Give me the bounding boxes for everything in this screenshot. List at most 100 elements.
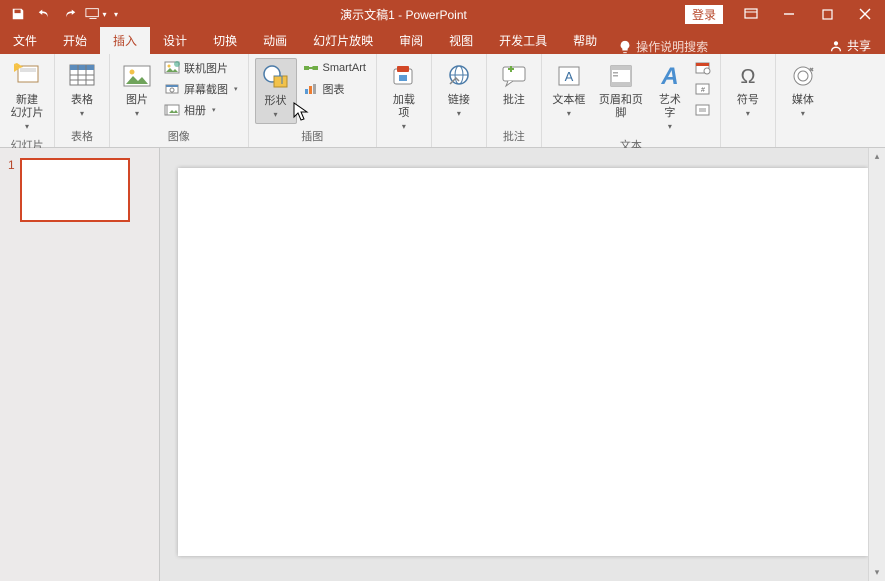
screenshot-button[interactable]: 屏幕截图 ▾ — [160, 79, 242, 99]
vertical-scrollbar[interactable]: ▴ ▾ — [868, 148, 885, 581]
addins-icon — [388, 60, 420, 92]
symbol-icon: Ω — [732, 60, 764, 92]
link-label: 链接 — [448, 94, 470, 107]
group-text: A 文本框▾ 页眉和页脚 A 艺术字▾ — [542, 54, 721, 147]
tab-design[interactable]: 设计 — [150, 27, 200, 54]
wordart-button[interactable]: A 艺术字▾ — [652, 58, 688, 135]
textbox-icon: A — [553, 60, 585, 92]
pictures-button[interactable]: 图片▾ — [116, 58, 158, 122]
ribbon-display-options-button[interactable] — [733, 0, 769, 28]
group-tables: 表格▾ 表格 — [55, 54, 110, 147]
tab-slideshow[interactable]: 幻灯片放映 — [300, 27, 386, 54]
header-footer-button[interactable]: 页眉和页脚 — [592, 58, 650, 122]
online-pictures-button[interactable]: 联机图片 — [160, 58, 242, 78]
shapes-button[interactable]: 形状▾ — [255, 58, 297, 124]
pictures-icon — [121, 60, 153, 92]
wordart-icon: A — [654, 60, 686, 92]
header-footer-label: 页眉和页脚 — [594, 94, 648, 120]
chart-icon — [303, 81, 319, 97]
svg-text:Ω: Ω — [740, 66, 755, 88]
screenshot-icon — [164, 81, 180, 97]
slide-number-label: 1 — [8, 158, 20, 222]
minimize-button[interactable] — [771, 0, 807, 28]
new-slide-label: 新建 幻灯片 — [11, 94, 44, 120]
textbox-button[interactable]: A 文本框▾ — [548, 58, 590, 122]
tab-insert[interactable]: 插入 — [100, 27, 150, 54]
chart-label: 图表 — [323, 81, 345, 97]
new-slide-button[interactable]: 新建 幻灯片▾ — [6, 58, 48, 135]
symbol-button[interactable]: Ω 符号▾ — [727, 58, 769, 122]
maximize-button[interactable] — [809, 0, 845, 28]
tab-view[interactable]: 视图 — [436, 27, 486, 54]
table-button[interactable]: 表格▾ — [61, 58, 103, 122]
tab-help[interactable]: 帮助 — [560, 27, 610, 54]
link-button[interactable]: 链接▾ — [438, 58, 480, 122]
svg-text:A: A — [565, 69, 574, 84]
pictures-label: 图片 — [126, 94, 148, 107]
screenshot-label: 屏幕截图 — [184, 81, 228, 97]
group-symbols: Ω 符号▾ — [721, 54, 776, 147]
symbol-label: 符号 — [737, 94, 759, 107]
group-images: 图片▾ 联机图片 屏幕截图 ▾ 相册 ▾ 图像 — [110, 54, 249, 147]
group-tables-label: 表格 — [61, 126, 103, 147]
redo-button[interactable] — [58, 2, 82, 26]
group-comments-label: 批注 — [493, 126, 535, 147]
scroll-up-arrow[interactable]: ▴ — [869, 148, 885, 165]
ribbon: 新建 幻灯片▾ 幻灯片 表格▾ 表格 图片▾ — [0, 54, 885, 148]
share-icon — [829, 39, 843, 53]
login-button[interactable]: 登录 — [685, 5, 723, 24]
tell-me-input[interactable] — [636, 40, 726, 54]
tab-animations[interactable]: 动画 — [250, 27, 300, 54]
comment-label: 批注 — [503, 94, 525, 107]
tab-transitions[interactable]: 切换 — [200, 27, 250, 54]
addins-label: 加载 项 — [393, 94, 415, 120]
object-icon — [695, 103, 711, 117]
save-button[interactable] — [6, 2, 30, 26]
date-time-button[interactable] — [692, 58, 714, 78]
quick-access-toolbar: ▾ ▾ — [0, 2, 122, 26]
slide-canvas-area[interactable]: ▴ ▾ — [160, 148, 885, 581]
tab-file[interactable]: 文件 — [0, 27, 50, 54]
header-footer-icon — [605, 60, 637, 92]
tab-developer[interactable]: 开发工具 — [486, 27, 560, 54]
slide-number-icon: # — [695, 82, 711, 96]
tell-me-search[interactable] — [610, 40, 734, 54]
qat-customize-button[interactable]: ▾ — [110, 2, 122, 26]
photo-album-label: 相册 — [184, 102, 206, 118]
tab-home[interactable]: 开始 — [50, 27, 100, 54]
group-media: 媒体▾ — [776, 54, 830, 147]
scroll-down-arrow[interactable]: ▾ — [869, 564, 885, 581]
smartart-icon — [303, 60, 319, 76]
group-illustrations-label: 插图 — [255, 126, 370, 147]
group-comments: 批注 批注 — [487, 54, 542, 147]
addins-button[interactable]: 加载 项▾ — [383, 58, 425, 135]
table-icon — [66, 60, 98, 92]
lightbulb-icon — [618, 40, 632, 54]
undo-button[interactable] — [32, 2, 56, 26]
slide-thumbnail[interactable] — [20, 158, 130, 222]
photo-album-icon — [164, 102, 180, 118]
date-time-icon — [695, 61, 711, 75]
group-slides: 新建 幻灯片▾ 幻灯片 — [0, 54, 55, 147]
slide[interactable] — [178, 168, 868, 556]
online-pictures-label: 联机图片 — [184, 60, 228, 76]
chart-button[interactable]: 图表 — [299, 79, 370, 99]
media-button[interactable]: 媒体▾ — [782, 58, 824, 122]
smartart-button[interactable]: SmartArt — [299, 58, 370, 78]
group-addins: 加载 项▾ — [377, 54, 432, 147]
start-from-beginning-button[interactable]: ▾ — [84, 2, 108, 26]
slide-thumbnail-pane[interactable]: 1 — [0, 148, 160, 581]
comment-button[interactable]: 批注 — [493, 58, 535, 109]
tab-review[interactable]: 审阅 — [386, 27, 436, 54]
share-button[interactable]: 共享 — [815, 37, 885, 54]
group-images-label: 图像 — [116, 126, 242, 147]
close-button[interactable] — [847, 0, 883, 28]
photo-album-button[interactable]: 相册 ▾ — [160, 100, 242, 120]
media-label: 媒体 — [792, 94, 814, 107]
slide-thumbnail-1[interactable]: 1 — [8, 158, 151, 222]
svg-text:A: A — [660, 63, 678, 90]
object-button[interactable] — [692, 100, 714, 120]
slide-number-button[interactable]: # — [692, 79, 714, 99]
table-label: 表格 — [71, 94, 93, 107]
group-links: 链接▾ — [432, 54, 487, 147]
